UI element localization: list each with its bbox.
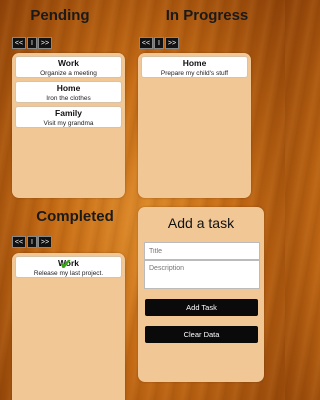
pending-next-button[interactable]: >> [38, 37, 52, 49]
completed-page-button[interactable]: I [27, 236, 37, 248]
pending-title: Pending [30, 7, 90, 24]
pending-page-button[interactable]: I [27, 37, 37, 49]
completed-panel: Work Release my last project. ✔ [12, 253, 125, 400]
in-progress-next-button[interactable]: >> [165, 37, 179, 49]
task-description-input[interactable] [144, 260, 260, 289]
task-card[interactable]: Family Visit my grandma [15, 106, 122, 128]
task-description: Organize a meeting [40, 70, 97, 77]
task-title-input[interactable] [144, 242, 260, 260]
task-description: Prepare my child's stuff [160, 70, 229, 77]
in-progress-prev-button[interactable]: << [139, 37, 153, 49]
pending-panel: Work Organize a meeting Home Iron the cl… [12, 53, 125, 198]
in-progress-title: In Progress [165, 7, 249, 24]
in-progress-page-button[interactable]: I [154, 37, 164, 49]
completed-next-button[interactable]: >> [38, 236, 52, 248]
pending-pager: << I >> [12, 37, 52, 49]
task-title: Work [57, 58, 80, 68]
task-description: Iron the clothes [46, 95, 91, 102]
task-title: Home [182, 58, 207, 68]
completed-prev-button[interactable]: << [12, 236, 26, 248]
task-card[interactable]: Home Iron the clothes [15, 81, 122, 103]
add-task-button[interactable]: Add Task [145, 299, 258, 316]
completed-pager: << I >> [12, 236, 52, 248]
task-title: Family [55, 108, 82, 118]
add-task-panel: Add a task Add Task Clear Data [138, 207, 264, 382]
check-icon: ✔ [60, 256, 72, 272]
add-task-title: Add a task [167, 215, 235, 231]
in-progress-pager: << I >> [139, 37, 179, 49]
task-card[interactable]: Work Organize a meeting [15, 56, 122, 78]
task-title: Home [56, 83, 81, 93]
completed-title: Completed [36, 208, 114, 225]
task-description: Visit my grandma [43, 120, 94, 127]
clear-data-button[interactable]: Clear Data [145, 326, 258, 343]
task-card[interactable]: Home Prepare my child's stuff [141, 56, 248, 78]
in-progress-panel: Home Prepare my child's stuff [138, 53, 251, 198]
pending-prev-button[interactable]: << [12, 37, 26, 49]
